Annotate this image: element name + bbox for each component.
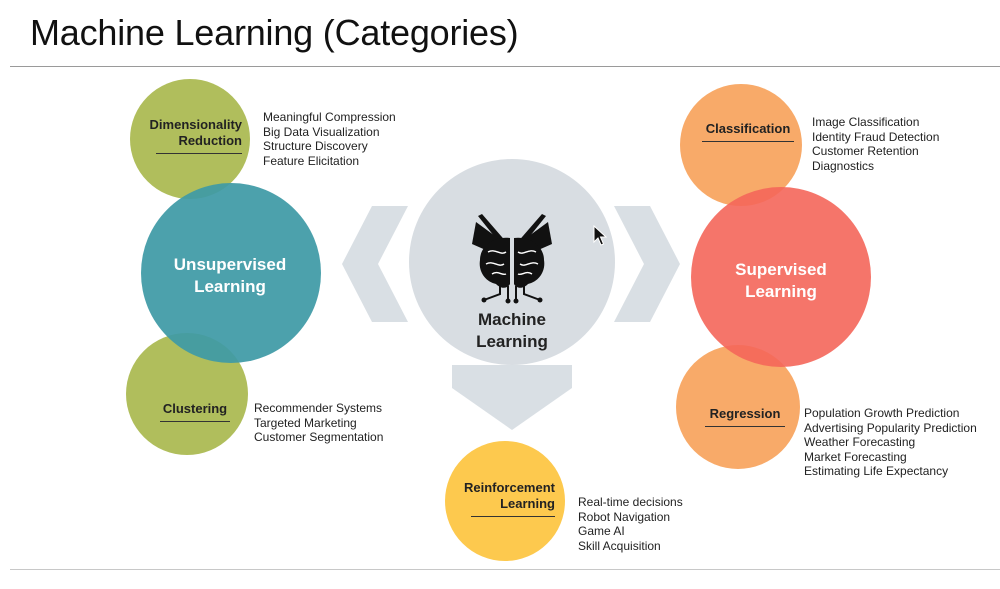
classification-label-text: Classification bbox=[705, 121, 791, 136]
right-chevron-arrow bbox=[614, 206, 680, 322]
left-chevron-arrow bbox=[342, 206, 408, 322]
regression-label: Regression bbox=[705, 406, 785, 427]
reinforcement-learning-label: Reinforcement Learning bbox=[457, 480, 555, 517]
list-item: Customer Retention bbox=[812, 144, 919, 158]
unsupervised-label-line2: Learning bbox=[194, 277, 266, 296]
machine-learning-label-line1: Machine bbox=[477, 310, 547, 329]
dimensionality-label-line1: Dimensionality bbox=[149, 117, 242, 132]
supervised-learning-label: Supervised Learning bbox=[711, 259, 851, 303]
reinforcement-label-line1: Reinforcement bbox=[463, 480, 555, 495]
machine-learning-label: Machine Learning bbox=[452, 309, 572, 353]
machine-learning-label-line2: Learning bbox=[476, 332, 548, 351]
list-item: Skill Acquisition bbox=[578, 538, 661, 553]
list-item: Population Growth Prediction bbox=[804, 406, 960, 420]
mouse-cursor-icon bbox=[593, 225, 608, 246]
reinforcement-list: Real-time decisions Robot Navigation Gam… bbox=[578, 495, 683, 553]
dimensionality-reduction-label: Dimensionality Reduction bbox=[142, 117, 242, 154]
clustering-label-text: Clustering bbox=[162, 401, 228, 416]
supervised-label-line1: Supervised bbox=[735, 260, 827, 279]
list-item: Identity Fraud Detection bbox=[812, 129, 940, 144]
supervised-label-line2: Learning bbox=[745, 282, 817, 301]
regression-label-text: Regression bbox=[709, 406, 781, 421]
list-item: Game AI bbox=[578, 524, 625, 538]
regression-list: Population Growth Prediction Advertising… bbox=[804, 406, 977, 479]
footer-divider bbox=[10, 569, 1000, 570]
list-item: Customer Segmentation bbox=[254, 430, 384, 444]
dimensionality-list: Meaningful Compression Big Data Visualiz… bbox=[263, 110, 396, 168]
list-item: Structure Discovery bbox=[263, 139, 368, 153]
list-item: Big Data Visualization bbox=[263, 124, 380, 139]
classification-label: Classification bbox=[702, 121, 794, 142]
regression-underline bbox=[705, 426, 785, 427]
list-item: Market Forecasting bbox=[804, 449, 907, 464]
list-item: Advertising Popularity Prediction bbox=[804, 420, 977, 435]
list-item: Diagnostics bbox=[812, 158, 875, 173]
list-item: Real-time decisions bbox=[578, 495, 683, 509]
clustering-label: Clustering bbox=[160, 401, 230, 422]
clustering-list: Recommender Systems Targeted Marketing C… bbox=[254, 401, 383, 445]
list-item: Recommender Systems bbox=[254, 401, 383, 415]
dimensionality-label-line2: Reduction bbox=[178, 133, 242, 148]
list-item: Meaningful Compression bbox=[263, 110, 396, 124]
list-item: Robot Navigation bbox=[578, 509, 671, 524]
reinforcement-label-line2: Learning bbox=[500, 496, 555, 511]
list-item: Estimating Life Expectancy bbox=[804, 464, 949, 478]
list-item: Image Classification bbox=[812, 115, 920, 129]
classification-underline bbox=[702, 141, 794, 142]
unsupervised-learning-label: Unsupervised Learning bbox=[160, 254, 300, 298]
clustering-underline bbox=[160, 421, 230, 422]
down-chevron-arrow bbox=[452, 365, 572, 430]
list-item: Targeted Marketing bbox=[254, 415, 357, 430]
reinforcement-underline bbox=[471, 516, 555, 517]
classification-list: Image Classification Identity Fraud Dete… bbox=[812, 115, 939, 173]
list-item: Weather Forecasting bbox=[804, 435, 916, 449]
dimensionality-underline bbox=[156, 153, 242, 154]
unsupervised-label-line1: Unsupervised bbox=[173, 255, 287, 274]
list-item: Feature Elicitation bbox=[263, 153, 360, 168]
